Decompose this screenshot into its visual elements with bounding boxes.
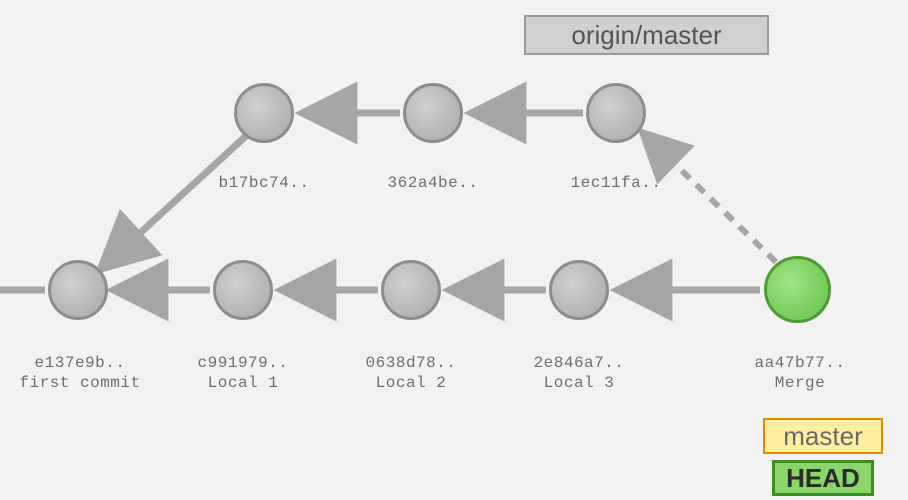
commit-node-2e846a7 — [549, 260, 609, 320]
commit-hash-b17bc74: b17bc74.. — [219, 173, 310, 193]
commit-label-c991979: c991979.. Local 1 — [198, 353, 289, 393]
commit-node-0638d78 — [381, 260, 441, 320]
edge-c4-u3-dashed — [645, 135, 776, 262]
git-commit-graph: b17bc74.. 362a4be.. 1ec11fa.. e137e9b.. … — [0, 0, 908, 500]
commit-label-e137e9b: e137e9b.. first commit — [19, 353, 140, 393]
commit-hash-1ec11fa: 1ec11fa.. — [571, 173, 662, 193]
commit-node-362a4be — [403, 83, 463, 143]
edge-u1-c0 — [104, 136, 246, 266]
ref-master: master — [763, 418, 883, 454]
commit-node-aa47b77-head — [764, 256, 831, 323]
commit-node-1ec11fa — [586, 83, 646, 143]
commit-node-b17bc74 — [234, 83, 294, 143]
commit-label-0638d78: 0638d78.. Local 2 — [366, 353, 457, 393]
commit-label-aa47b77: aa47b77.. Merge — [755, 353, 846, 393]
commit-label-2e846a7: 2e846a7.. Local 3 — [534, 353, 625, 393]
commit-hash-362a4be: 362a4be.. — [388, 173, 479, 193]
ref-origin-master: origin/master — [524, 15, 769, 55]
commit-node-c991979 — [213, 260, 273, 320]
commit-node-e137e9b — [48, 260, 108, 320]
ref-head: HEAD — [772, 460, 874, 496]
